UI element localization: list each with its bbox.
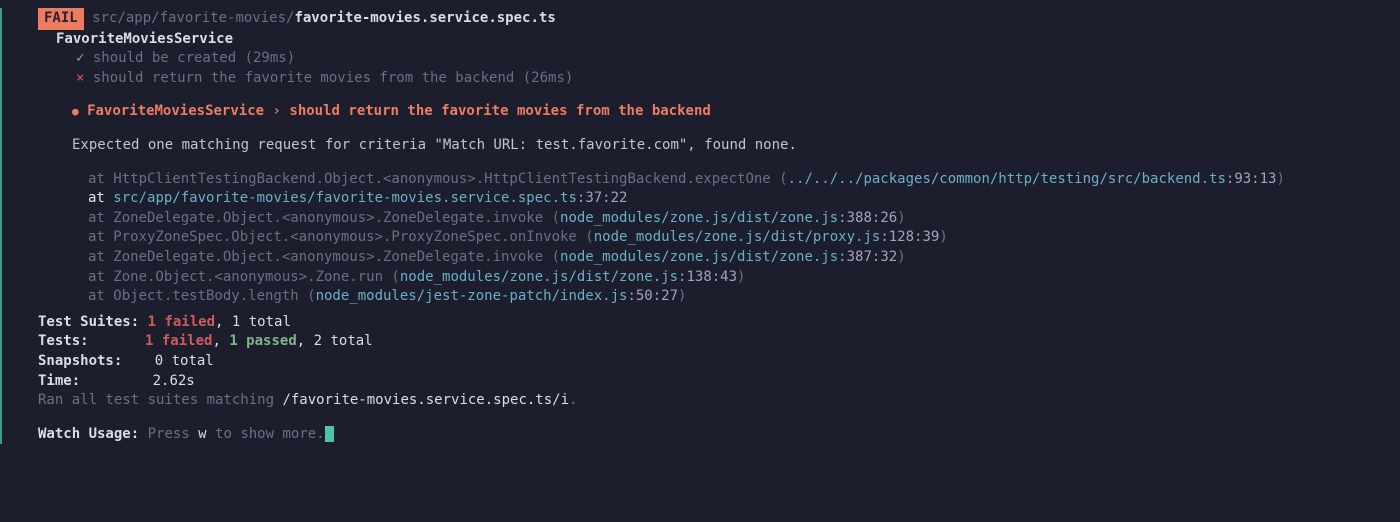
stack-post: ) (678, 288, 686, 304)
stack-frame: at Zone.Object.<anonymous>.Zone.run (nod… (88, 268, 1400, 288)
suites-label: Test Suites: (38, 314, 139, 330)
stack-pre: at (88, 190, 113, 206)
stack-location: :138:43 (678, 269, 737, 285)
test-result: × should return the favorite movies from… (76, 69, 1400, 89)
stack-path: node_modules/zone.js/dist/zone.js (400, 269, 678, 285)
describe-block: FavoriteMoviesService (56, 30, 1400, 50)
stack-frame: at Object.testBody.length (node_modules/… (88, 287, 1400, 307)
summary-time: Time: 2.62s (38, 372, 1400, 392)
time-label: Time: (38, 373, 80, 389)
stack-path: node_modules/zone.js/dist/proxy.js (594, 229, 881, 245)
failing-group: FavoriteMoviesService (87, 103, 264, 119)
stack-location: :93:13 (1226, 171, 1277, 187)
terminal-output: FAIL src/app/favorite-movies/favorite-mo… (0, 8, 1400, 444)
tests-passed: 1 passed (229, 333, 296, 349)
stack-location: :37:22 (577, 190, 628, 206)
stack-path: ../../../packages/common/http/testing/sr… (788, 171, 1226, 187)
snapshots-val: 0 total (155, 353, 214, 369)
stack-frame: at ZoneDelegate.Object.<anonymous>.ZoneD… (88, 209, 1400, 229)
stack-frame: at ProxyZoneSpec.Object.<anonymous>.Prox… (88, 228, 1400, 248)
cross-icon: × (76, 70, 93, 86)
stack-post: ) (897, 249, 905, 265)
watch-pre: Press (139, 426, 198, 442)
tests-failed: 1 failed (145, 333, 212, 349)
summary-suites: Test Suites: 1 failed, 1 total (38, 313, 1400, 333)
bullet-icon: ● (72, 105, 79, 118)
tests-sep: , (212, 333, 229, 349)
stack-path: node_modules/zone.js/dist/zone.js (560, 249, 838, 265)
check-icon: ✓ (76, 50, 93, 66)
ran-line: Ran all test suites matching /favorite-m… (38, 391, 1400, 411)
summary-tests: Tests: 1 failed, 1 passed, 2 total (38, 332, 1400, 352)
test-result: ✓ should be created (29ms) (76, 49, 1400, 69)
stack-post: ) (939, 229, 947, 245)
watch-label: Watch Usage: (38, 426, 139, 442)
test-name: should return the favorite movies from t… (93, 70, 573, 86)
stack-frame: at HttpClientTestingBackend.Object.<anon… (88, 170, 1400, 190)
stack-pre: at ZoneDelegate.Object.<anonymous>.ZoneD… (88, 210, 560, 226)
snapshots-label: Snapshots: (38, 353, 122, 369)
stack-pre: at ProxyZoneSpec.Object.<anonymous>.Prox… (88, 229, 594, 245)
stack-location: :50:27 (627, 288, 678, 304)
tests-rest: , 2 total (297, 333, 373, 349)
stack-post: ) (897, 210, 905, 226)
stack-path: src/app/favorite-movies/favorite-movies.… (113, 190, 577, 206)
tests-label: Tests: (38, 333, 89, 349)
failing-test-heading: ● FavoriteMoviesService › should return … (72, 102, 1400, 122)
stack-path: node_modules/jest-zone-patch/index.js (316, 288, 628, 304)
file-name: favorite-movies.service.spec.ts (294, 10, 555, 26)
stack-pre: at ZoneDelegate.Object.<anonymous>.ZoneD… (88, 249, 560, 265)
stack-pre: at HttpClientTestingBackend.Object.<anon… (88, 171, 788, 187)
fail-badge: FAIL (38, 8, 84, 30)
expected-message: Expected one matching request for criter… (72, 136, 1400, 156)
time-val: 2.62s (153, 373, 195, 389)
failing-test-name: should return the favorite movies from t… (289, 103, 710, 119)
stack-frame: at ZoneDelegate.Object.<anonymous>.ZoneD… (88, 248, 1400, 268)
stack-trace: at HttpClientTestingBackend.Object.<anon… (10, 170, 1400, 307)
file-path-dir: src/app/favorite-movies/ (92, 10, 294, 26)
watch-key: w (198, 426, 206, 442)
file-header: FAIL src/app/favorite-movies/favorite-mo… (10, 8, 1400, 30)
stack-location: :128:39 (880, 229, 939, 245)
stack-pre: at Object.testBody.length ( (88, 288, 316, 304)
watch-post: to show more. (207, 426, 325, 442)
stack-location: :388:26 (838, 210, 897, 226)
summary-snapshots: Snapshots: 0 total (38, 352, 1400, 372)
ran-pre: Ran all test suites matching (38, 392, 282, 408)
chevron-icon: › (273, 103, 281, 119)
watch-usage: Watch Usage: Press w to show more. (38, 425, 1400, 445)
suites-failed: 1 failed (148, 314, 215, 330)
ran-post: . (569, 392, 577, 408)
test-name: should be created (29ms) (93, 50, 295, 66)
stack-pre: at Zone.Object.<anonymous>.Zone.run ( (88, 269, 400, 285)
stack-post: ) (1276, 171, 1284, 187)
suites-rest: , 1 total (215, 314, 291, 330)
ran-pattern: /favorite-movies.service.spec.ts/i (282, 392, 569, 408)
stack-path: node_modules/zone.js/dist/zone.js (560, 210, 838, 226)
test-results-list: ✓ should be created (29ms)× should retur… (10, 49, 1400, 88)
stack-frame: at src/app/favorite-movies/favorite-movi… (88, 189, 1400, 209)
stack-post: ) (737, 269, 745, 285)
cursor-icon (325, 426, 334, 442)
stack-location: :387:32 (838, 249, 897, 265)
